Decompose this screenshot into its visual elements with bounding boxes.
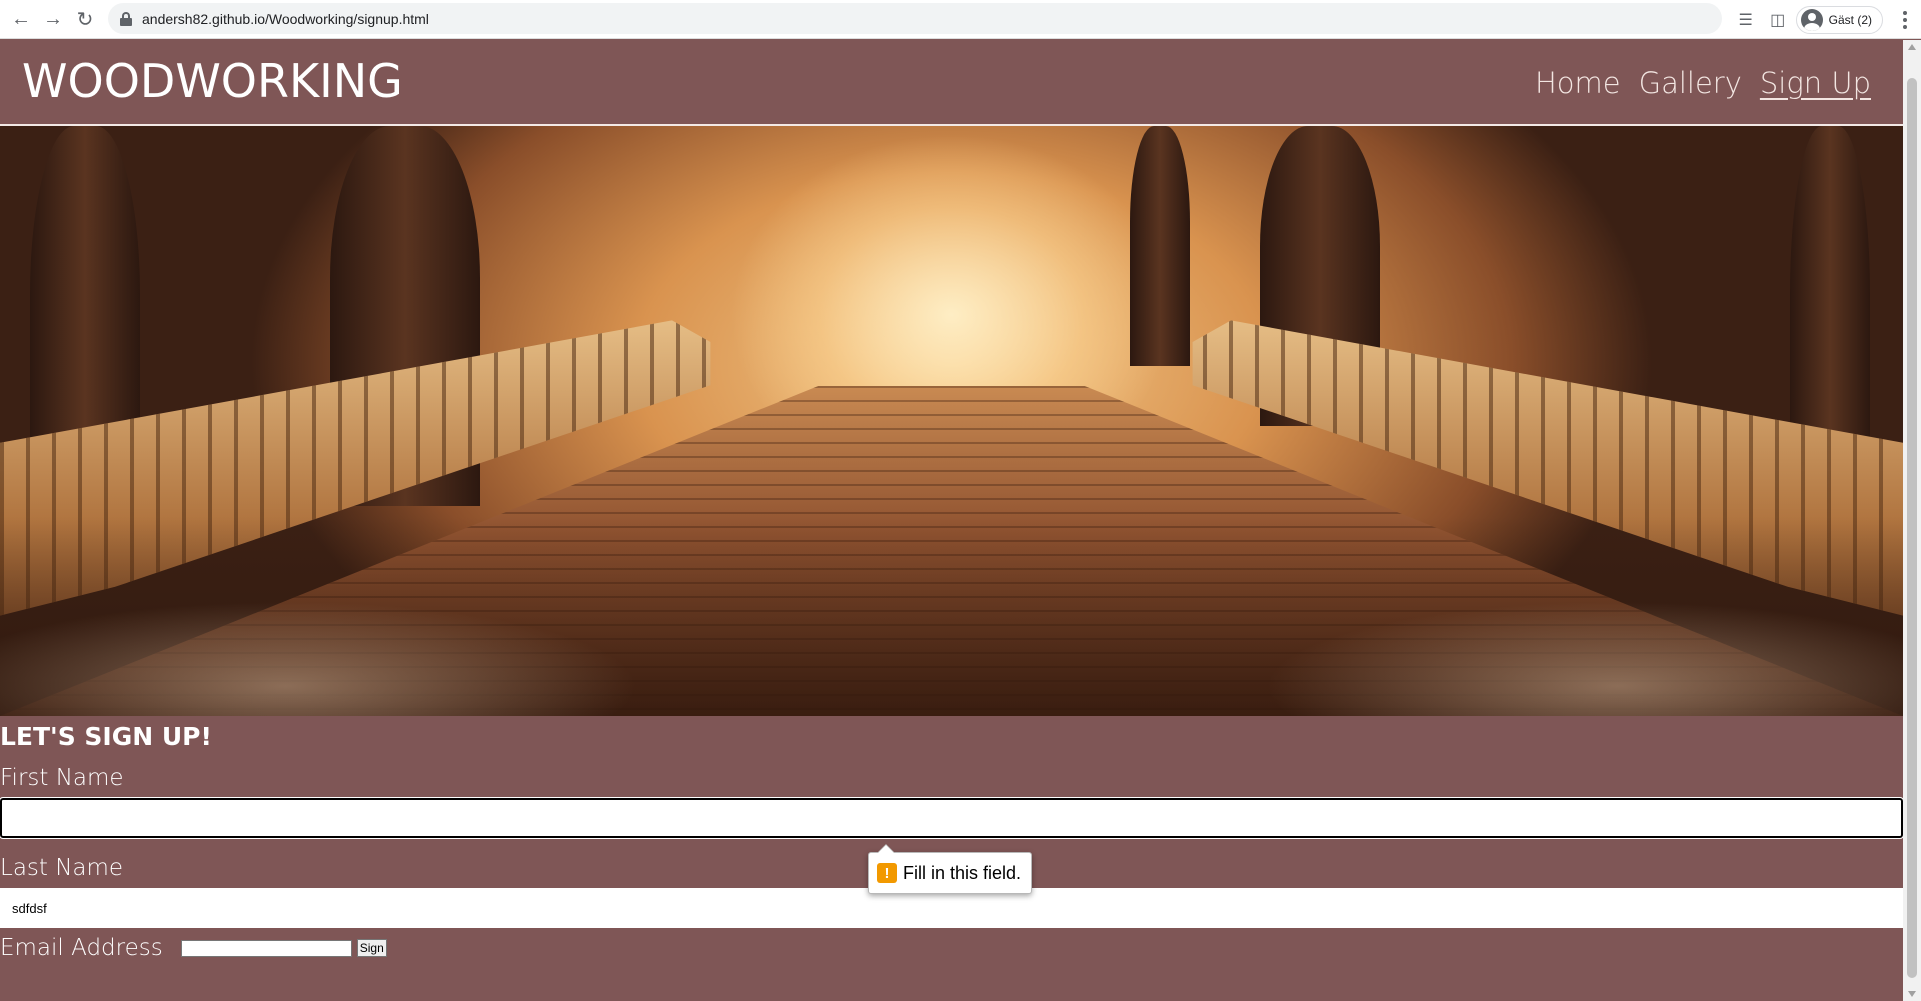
back-arrow-icon[interactable]: ← [6, 4, 36, 34]
email-input[interactable] [180, 939, 352, 957]
sign-submit-button[interactable]: Sign [356, 939, 387, 957]
first-name-label: First Name [0, 765, 124, 791]
last-name-input[interactable] [0, 888, 1903, 928]
scroll-up-arrow-icon[interactable] [1908, 44, 1916, 50]
scrollbar-thumb[interactable] [1907, 78, 1917, 978]
site-header: WOODWORKING Home Gallery Sign Up [0, 40, 1903, 126]
reload-icon[interactable]: ↻ [70, 4, 100, 34]
validation-tooltip: ! Fill in this field. [868, 844, 1032, 894]
nav-link-sign-up[interactable]: Sign Up [1760, 66, 1871, 100]
profile-icon [1800, 8, 1823, 31]
forward-arrow-icon[interactable]: → [38, 4, 68, 34]
tree-trunk [1130, 126, 1190, 366]
page-scrollbar[interactable] [1903, 40, 1921, 1001]
warning-icon: ! [877, 863, 897, 883]
signup-heading: LET'S SIGN UP! [0, 722, 212, 751]
hero-image-bridge [0, 126, 1903, 716]
site-nav: Home Gallery Sign Up [1535, 66, 1871, 100]
profile-label: Gäst (2) [1828, 12, 1872, 27]
signup-form: LET'S SIGN UP! First Name Last Name Emai… [0, 716, 1903, 968]
first-name-input[interactable] [0, 797, 1903, 839]
browser-toolbar: ← → ↻ andersh82.github.io/Woodworking/si… [0, 0, 1921, 39]
email-row: Email Address Sign [0, 928, 1903, 968]
menu-kebab-icon[interactable] [1893, 10, 1917, 29]
site-logo[interactable]: WOODWORKING [22, 54, 403, 108]
url-text[interactable]: andersh82.github.io/Woodworking/signup.h… [142, 11, 429, 27]
profile-button[interactable]: Gäst (2) [1795, 5, 1883, 34]
fog-overlay [0, 516, 1903, 716]
nav-link-gallery[interactable]: Gallery [1639, 66, 1742, 100]
email-label: Email Address [0, 935, 163, 961]
address-bar[interactable]: andersh82.github.io/Woodworking/signup.h… [108, 3, 1722, 34]
validation-message: Fill in this field. [903, 862, 1022, 883]
lock-icon[interactable] [120, 11, 132, 26]
nav-link-home[interactable]: Home [1535, 66, 1621, 100]
reading-list-icon[interactable]: ☰ [1732, 6, 1760, 34]
scroll-down-arrow-icon[interactable] [1908, 991, 1916, 997]
side-panel-icon[interactable]: ◫ [1764, 6, 1792, 34]
